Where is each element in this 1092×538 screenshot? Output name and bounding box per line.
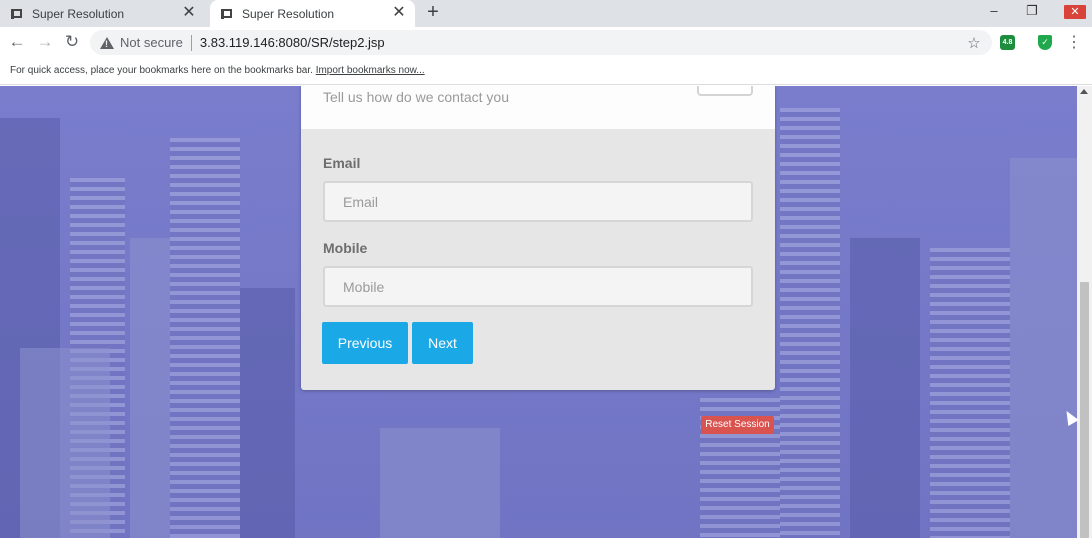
background-building xyxy=(1010,158,1077,538)
mobile-label: Mobile xyxy=(323,240,368,256)
bookmark-star-icon[interactable]: ☆ xyxy=(964,34,984,52)
reload-button[interactable]: ↻ xyxy=(60,30,84,54)
tab-title: Super Resolution xyxy=(32,6,125,21)
extension-rating-icon[interactable]: 4.8 xyxy=(1000,35,1015,50)
site-favicon-icon xyxy=(10,7,24,21)
page-viewport: Tell us how do we contact you Email Mobi… xyxy=(0,86,1077,538)
header-button[interactable] xyxy=(697,86,753,96)
bookmarks-bar: For quick access, place your bookmarks h… xyxy=(0,58,1092,85)
email-label: Email xyxy=(323,155,361,171)
close-tab-icon[interactable]: ✕ xyxy=(391,4,407,22)
browser-menu-icon[interactable]: ⋮ xyxy=(1066,33,1082,53)
background-building xyxy=(20,348,110,538)
reset-session-button[interactable]: Reset Session xyxy=(701,416,774,434)
email-field[interactable] xyxy=(323,181,753,222)
mobile-field[interactable] xyxy=(323,266,753,307)
card-header: Tell us how do we contact you xyxy=(301,86,775,129)
background-building xyxy=(130,238,170,538)
security-status[interactable]: Not secure xyxy=(120,35,183,50)
background-building xyxy=(930,248,1010,538)
scroll-thumb[interactable] xyxy=(1080,282,1089,538)
background-building xyxy=(850,238,920,538)
tab-super-resolution-1[interactable]: Super Resolution ✕ xyxy=(0,0,205,27)
new-tab-button[interactable]: + xyxy=(422,2,444,24)
extension-shield-icon[interactable]: ✓ xyxy=(1038,35,1052,50)
background-building xyxy=(380,428,500,538)
tab-super-resolution-2[interactable]: Super Resolution ✕ xyxy=(210,0,415,27)
restore-window-button[interactable]: ❐ xyxy=(1021,3,1043,23)
import-bookmarks-link[interactable]: Import bookmarks now... xyxy=(316,65,425,76)
tab-strip: Super Resolution ✕ Super Resolution ✕ + … xyxy=(0,0,1092,27)
close-tab-icon[interactable]: ✕ xyxy=(181,4,197,22)
tab-title: Super Resolution xyxy=(242,6,335,21)
site-favicon-icon xyxy=(220,7,234,21)
previous-button[interactable]: Previous xyxy=(322,322,408,364)
bookmarks-hint: For quick access, place your bookmarks h… xyxy=(10,65,313,76)
url-text[interactable]: 3.83.119.146:8080/SR/step2.jsp xyxy=(200,35,964,50)
forward-button[interactable]: → xyxy=(33,30,57,54)
background-building xyxy=(780,108,840,538)
background-building xyxy=(240,288,295,538)
form-subtitle: Tell us how do we contact you xyxy=(323,89,509,105)
address-bar[interactable]: Not secure 3.83.119.146:8080/SR/step2.js… xyxy=(90,30,992,55)
contact-form-card: Tell us how do we contact you Email Mobi… xyxy=(301,86,775,390)
warning-icon[interactable] xyxy=(100,36,114,50)
page-scrollbar[interactable] xyxy=(1077,86,1092,538)
omnibox-divider xyxy=(190,34,192,51)
background-building xyxy=(170,138,240,538)
close-window-button[interactable]: ✕ xyxy=(1064,5,1086,19)
scroll-up-icon[interactable] xyxy=(1080,89,1088,94)
next-button[interactable]: Next xyxy=(412,322,473,364)
back-button[interactable]: ← xyxy=(5,30,29,54)
minimize-window-button[interactable]: – xyxy=(983,3,1005,23)
browser-toolbar: ← → ↻ Not secure 3.83.119.146:8080/SR/st… xyxy=(0,27,1092,58)
